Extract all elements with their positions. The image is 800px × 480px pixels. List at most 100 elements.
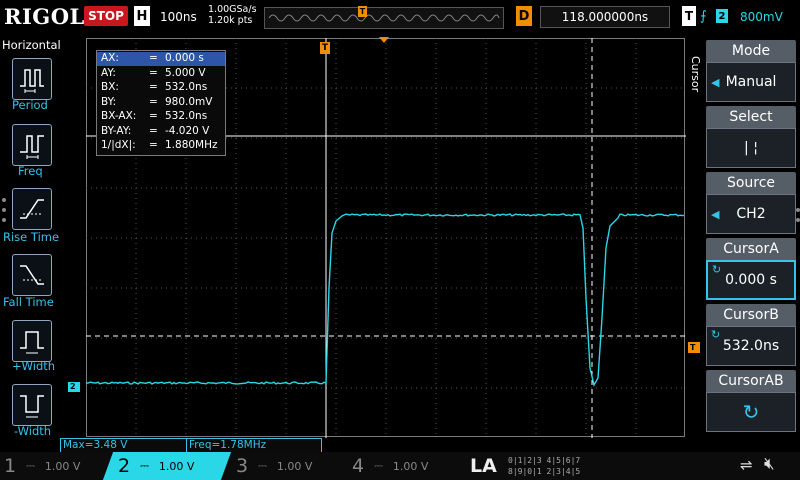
channel-4-tab[interactable]: 4 ⎓ 1.00 V — [352, 452, 428, 480]
negative-width-button[interactable] — [12, 384, 52, 426]
channel-number: 1 — [4, 455, 17, 477]
trigger-position-marker: T — [320, 42, 330, 54]
negative-width-icon — [20, 395, 44, 418]
channel-number: 3 — [236, 455, 249, 477]
page-dot — [2, 218, 6, 222]
channel-scale: 1.00 V — [392, 459, 429, 473]
readout-separator: = — [149, 81, 158, 93]
select-value: | ¦ — [744, 140, 758, 156]
readout-value: 532.0ns — [165, 81, 208, 93]
page-dot — [796, 218, 800, 222]
positive-width-label: +Width — [12, 359, 56, 373]
logic-row: 0|1|2|3 4|5|6|7 — [508, 456, 581, 465]
readout-separator: = — [149, 95, 158, 108]
cursor-ab-heading: CursorAB — [706, 370, 796, 392]
cursor-b-button[interactable]: ↻ 532.0ns — [706, 326, 796, 366]
rising-edge-icon: ⨍ — [700, 9, 707, 24]
memory-waveform-preview — [268, 14, 500, 22]
readout-value: 532.0ns — [165, 110, 208, 122]
rise-time-button[interactable] — [12, 188, 52, 230]
period-icon — [20, 69, 44, 93]
rise-time-label: Rise Time — [3, 230, 60, 244]
readout-key: AY: — [101, 66, 116, 79]
channel-3-tab[interactable]: 3 ⎓ 1.00 V — [236, 452, 312, 480]
readout-key: BY: — [101, 95, 117, 108]
fall-time-button[interactable] — [12, 254, 52, 296]
readout-key: AX: — [101, 52, 119, 64]
cursor-readout-row: AX: = 0.000 s — [97, 52, 225, 66]
mode-value: Manual — [725, 74, 777, 90]
memory-trigger-marker: T — [358, 6, 367, 17]
source-value: CH2 — [736, 206, 766, 222]
logic-analyzer-tab[interactable]: LA — [470, 455, 497, 477]
speaker-muted-icon[interactable]: 🔇︎ — [764, 454, 775, 474]
logic-row: 8|9|0|1 2|3|4|5 — [508, 467, 581, 476]
horizontal-mode-badge: H — [134, 6, 150, 26]
fall-time-icon — [20, 265, 44, 285]
readout-value: 0.000 s — [165, 52, 204, 64]
channel-scale: 1.00 V — [276, 459, 313, 473]
channel-1-tab[interactable]: 1 ⎓ 1.00 V — [4, 452, 80, 480]
fall-time-label: Fall Time — [3, 295, 54, 309]
channel-2-trace — [85, 213, 685, 387]
readout-key: BX-AX: — [101, 110, 137, 122]
readout-separator: = — [149, 52, 158, 64]
memory-position-strip — [264, 7, 504, 29]
freq-icon — [20, 135, 44, 159]
memory-depth: 1.20k pts — [208, 15, 253, 26]
mode-button[interactable]: ◀ Manual — [706, 62, 796, 102]
cursor-ab-button[interactable]: ↻ — [706, 392, 796, 432]
trigger-level[interactable]: 800mV — [740, 10, 783, 24]
readout-key: BY-AY: — [101, 124, 132, 137]
delay-marker — [379, 37, 389, 43]
dc-coupling-icon: ⎓ — [374, 459, 383, 472]
cursor-b-heading: CursorB — [706, 304, 796, 326]
knob-icon: ↻ — [711, 328, 721, 341]
select-button[interactable]: | ¦ — [706, 128, 796, 168]
readout-key: BX: — [101, 81, 119, 93]
trigger-source: 2 — [716, 9, 728, 23]
cursor-readout-row: BX-AX: = 532.0ns — [97, 110, 225, 124]
logic-channel-indicators: 0|1|2|3 4|5|6|7 8|9|0|1 2|3|4|5 — [508, 455, 580, 477]
cursor-readout-row: BX: = 532.0ns — [97, 81, 225, 95]
sample-rate: 1.00GSa/s — [208, 4, 257, 15]
cursor-readout-row: BY-AY: = -4.020 V — [97, 125, 225, 139]
positive-width-icon — [20, 331, 44, 354]
mode-heading: Mode — [706, 40, 796, 62]
timebase-value[interactable]: 100ns — [160, 10, 197, 24]
cursor-b-value: 532.0ns — [722, 338, 780, 354]
source-button[interactable]: ◀ CH2 — [706, 194, 796, 234]
brand-logo: RIGOL — [4, 4, 85, 29]
channel-scale: 1.00 V — [158, 459, 195, 473]
delay-badge: D — [516, 6, 532, 26]
measurement-max: Max=3.48 V — [60, 438, 188, 453]
period-button[interactable] — [12, 58, 52, 100]
cursor-readout-row: BY: = 980.0mV — [97, 96, 225, 110]
negative-width-label: -Width — [14, 424, 52, 438]
cursor-a-heading: CursorA — [706, 238, 796, 260]
page-dot — [2, 208, 6, 212]
source-heading: Source — [706, 172, 796, 194]
trigger-level-marker: T — [688, 342, 700, 353]
trigger-badge: T — [682, 6, 696, 26]
channel-2-offset-marker[interactable]: 2 — [68, 382, 80, 392]
cursor-readout-row: AY: = 5.000 V — [97, 67, 225, 81]
dc-coupling-icon: ⎓ — [140, 459, 149, 472]
readout-separator: = — [149, 66, 158, 79]
usb-icon: ⇌ — [740, 456, 753, 474]
rise-time-icon — [20, 199, 44, 219]
readout-separator: = — [149, 124, 158, 137]
freq-button[interactable] — [12, 124, 52, 166]
menu-arrow-icon: ◀ — [711, 75, 720, 89]
menu-arrow-icon: ◀ — [711, 207, 720, 221]
channel-2-tab[interactable]: 2 ⎓ 1.00 V — [118, 452, 194, 480]
period-label: Period — [12, 98, 48, 112]
run-stop-status[interactable]: STOP — [84, 6, 128, 26]
delay-value[interactable]: 118.000000ns — [540, 6, 670, 28]
readout-key: 1/|dX|: — [101, 139, 136, 151]
cursor-a-button[interactable]: ↻ 0.000 s — [706, 260, 796, 300]
readout-value: 1.880MHz — [165, 139, 218, 151]
dc-coupling-icon: ⎓ — [26, 459, 35, 472]
channel-scale: 1.00 V — [44, 459, 81, 473]
positive-width-button[interactable] — [12, 320, 52, 362]
